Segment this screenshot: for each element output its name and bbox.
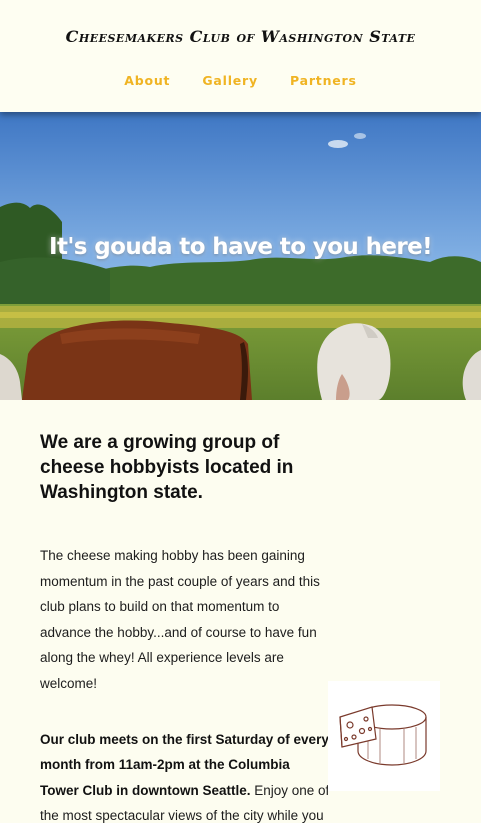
main-content: We are a growing group of cheese hobbyis… <box>40 430 332 823</box>
hero-banner: It's gouda to have to you here! <box>0 112 481 400</box>
nav-gallery-link[interactable]: Gallery <box>202 73 258 88</box>
site-title[interactable]: Cheesemakers Club of Washington State <box>0 27 481 46</box>
site-header: Cheesemakers Club of Washington State Ab… <box>0 0 481 112</box>
hero-headline: It's gouda to have to you here! <box>48 234 433 260</box>
intro-heading: We are a growing group of cheese hobbyis… <box>40 432 294 503</box>
main-nav: About Gallery Partners <box>0 73 481 88</box>
cheese-icon <box>328 681 440 791</box>
nav-about-link[interactable]: About <box>124 73 170 88</box>
nav-partners-link[interactable]: Partners <box>290 73 357 88</box>
intro-paragraph: The cheese making hobby has been gaining… <box>40 548 320 691</box>
meeting-paragraph: Our club meets on the first Saturday of … <box>40 727 332 823</box>
